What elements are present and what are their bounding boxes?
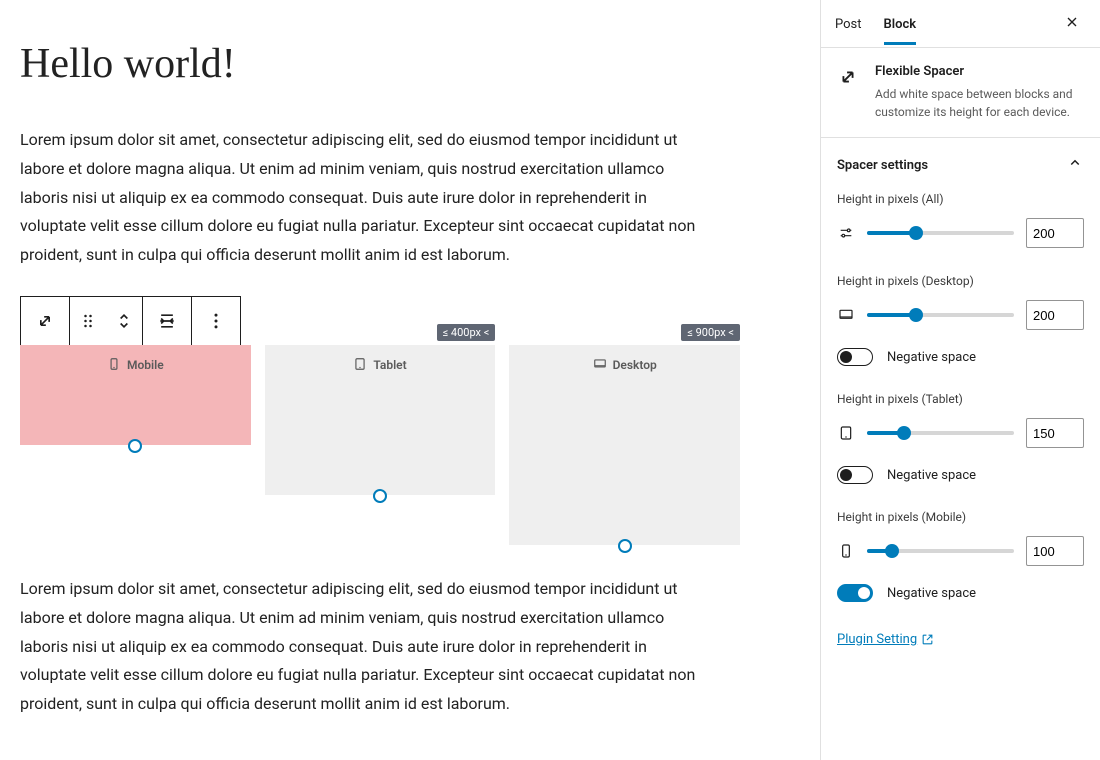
input-height-desktop[interactable] — [1026, 300, 1084, 330]
spacer-preview-desktop[interactable]: Desktop — [509, 345, 740, 545]
toggle-label-mobile: Negative space — [887, 586, 976, 601]
close-sidebar-button[interactable] — [1058, 8, 1086, 40]
slider-tablet[interactable] — [867, 431, 1014, 435]
spacer-label-desktop: Desktop — [613, 358, 657, 372]
toggle-label-tablet: Negative space — [887, 468, 976, 483]
more-options-button[interactable] — [192, 297, 240, 345]
block-toolbar — [20, 296, 241, 346]
mobile-icon — [107, 357, 121, 374]
paragraph-block-2[interactable]: Lorem ipsum dolor sit amet, consectetur … — [20, 575, 700, 719]
toggle-negative-tablet[interactable] — [837, 466, 873, 484]
breakpoint-badge-desktop: ≤ 900px < — [681, 324, 740, 341]
control-height-desktop: Height in pixels (Desktop) Negative spac… — [837, 274, 1084, 366]
slider-desktop[interactable] — [867, 313, 1014, 317]
input-height-mobile[interactable] — [1026, 536, 1084, 566]
block-title: Flexible Spacer — [875, 64, 1084, 79]
toggle-label-desktop: Negative space — [887, 350, 976, 365]
spacer-label-tablet: Tablet — [373, 358, 406, 372]
toggle-negative-mobile[interactable] — [837, 584, 873, 602]
spacer-label-mobile: Mobile — [127, 358, 164, 372]
toggle-negative-desktop[interactable] — [837, 348, 873, 366]
input-height-tablet[interactable] — [1026, 418, 1084, 448]
block-description: Flexible Spacer Add white space between … — [821, 48, 1100, 137]
control-height-tablet: Height in pixels (Tablet) Negative space — [837, 392, 1084, 484]
flexible-spacer-block[interactable]: Mobile ≤ 400px < Tablet ≤ 900px < Deskto… — [20, 345, 740, 545]
spacer-preview-tablet[interactable]: Tablet — [265, 345, 496, 495]
mobile-icon — [837, 543, 855, 559]
editor-canvas[interactable]: Hello world! Lorem ipsum dolor sit amet,… — [0, 0, 820, 760]
chevron-up-icon — [1066, 154, 1084, 176]
spacer-preview-mobile[interactable]: Mobile — [20, 345, 251, 445]
tablet-icon — [837, 425, 855, 441]
desktop-icon — [837, 307, 855, 323]
paragraph-block-1[interactable]: Lorem ipsum dolor sit amet, consectetur … — [20, 126, 700, 270]
desktop-icon — [593, 357, 607, 374]
resize-handle-mobile[interactable] — [128, 439, 142, 453]
settings-sidebar: Post Block Flexible Spacer Add white spa… — [820, 0, 1100, 760]
control-height-all: Height in pixels (All) — [837, 192, 1084, 248]
settings-icon — [837, 225, 855, 241]
block-desc-text: Add white space between blocks and custo… — [875, 85, 1084, 121]
align-button[interactable] — [143, 297, 191, 345]
input-height-all[interactable] — [1026, 218, 1084, 248]
label-height-all: Height in pixels (All) — [837, 192, 1084, 206]
label-height-desktop: Height in pixels (Desktop) — [837, 274, 1084, 288]
label-height-tablet: Height in pixels (Tablet) — [837, 392, 1084, 406]
control-height-mobile: Height in pixels (Mobile) Negative space — [837, 510, 1084, 602]
spacer-settings-toggle[interactable]: Spacer settings — [821, 138, 1100, 192]
block-type-button[interactable] — [21, 297, 69, 345]
breakpoint-badge-tablet: ≤ 400px < — [437, 324, 496, 341]
slider-mobile[interactable] — [867, 549, 1014, 553]
panel-title: Spacer settings — [837, 158, 928, 173]
post-title[interactable]: Hello world! — [20, 40, 760, 88]
tab-block[interactable]: Block — [884, 3, 917, 45]
tab-post[interactable]: Post — [835, 3, 862, 45]
flexible-spacer-icon — [837, 64, 861, 121]
tablet-icon — [353, 357, 367, 374]
plugin-setting-link[interactable]: Plugin Setting — [837, 632, 934, 647]
move-up-down-button[interactable] — [106, 297, 142, 345]
slider-all[interactable] — [867, 231, 1014, 235]
resize-handle-desktop[interactable] — [618, 539, 632, 553]
resize-handle-tablet[interactable] — [373, 489, 387, 503]
drag-handle-button[interactable] — [70, 297, 106, 345]
label-height-mobile: Height in pixels (Mobile) — [837, 510, 1084, 524]
